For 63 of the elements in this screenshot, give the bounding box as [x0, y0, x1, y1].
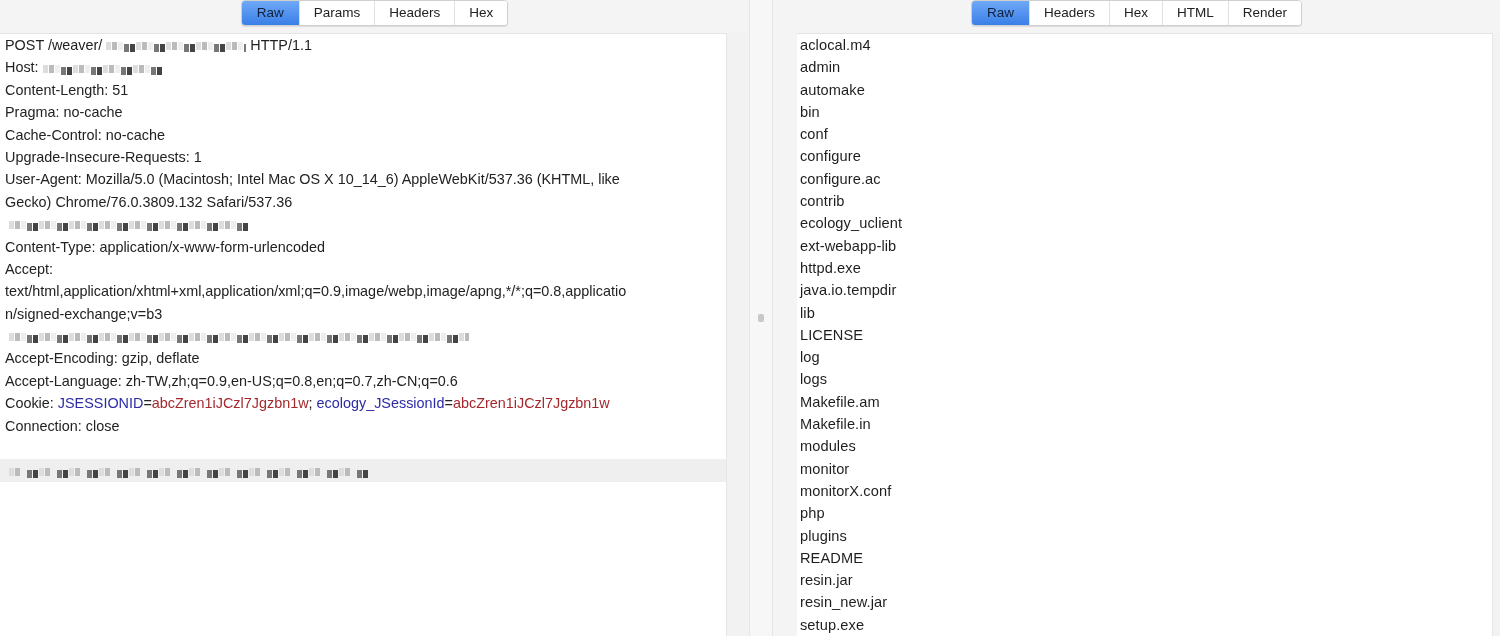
file-name: ecology_uclient [798, 214, 904, 234]
request-editor[interactable] [0, 33, 726, 636]
request-text: Accept: [5, 260, 53, 277]
request-text: User-Agent: Mozilla/5.0 (Macintosh; Intel Mac OS X 10_14_6) AppleWebKit/537.36 (KHTML, like [5, 171, 620, 188]
request-text: Host: [5, 59, 39, 76]
cookie-name: ecology_JSessionId [316, 395, 445, 412]
request-text: Cookie: [5, 395, 55, 412]
request-text: Gecko) Chrome/76.0.3809.132 Safari/537.36 [5, 193, 293, 210]
file-name: automake [798, 80, 866, 100]
request-text: ; [308, 395, 314, 412]
view-tab[interactable]: Raw [971, 1, 1030, 25]
file-name: conf [798, 125, 829, 145]
file-name: httpd.exe [798, 258, 862, 278]
request-text: Upgrade-Insecure-Requests: 1 [5, 148, 202, 165]
request-text: Accept-Language: zh-TW,zh;q=0.9,en-US;q=0.8,en;q=0.7,zh-CN;q=0.6 [5, 372, 458, 389]
request-text: HTTP/1.1 [250, 37, 312, 53]
file-name: modules [798, 437, 857, 457]
cookie-value: abcZren1iJCzl7Jgzbn1w [452, 395, 610, 412]
file-name: log [798, 348, 821, 368]
view-tab[interactable]: Render [1228, 1, 1302, 25]
request-text: = [444, 395, 453, 412]
request-text: n/signed-exchange;v=b3 [5, 305, 163, 322]
request-text: Pragma: no-cache [5, 104, 123, 121]
file-name: LICENSE [798, 325, 865, 345]
request-text: Cache-Control: no-cache [5, 126, 165, 143]
request-text: text/html,application/xhtml+xml,application/xml;q=0.9,image/webp,image/apng,*/*;q=0.8,applicatio [5, 283, 627, 300]
request-text: Connection: close [5, 417, 120, 434]
file-name: configure [798, 147, 862, 167]
file-name: bin [798, 102, 821, 122]
file-name: logs [798, 370, 829, 390]
request-text: Content-Type: application/x-www-form-urlencoded [5, 238, 325, 255]
file-name: configure.ac [798, 169, 882, 189]
request-text: Content-Length: 51 [5, 81, 129, 98]
file-name: java.io.tempdir [798, 281, 898, 301]
request-text: Accept-Encoding: gzip, deflate [5, 350, 200, 367]
view-tab[interactable]: Hex [1110, 1, 1163, 25]
file-name: contrib [798, 192, 846, 212]
file-name: php [798, 504, 826, 524]
request-text: = [143, 395, 152, 412]
file-name: Makefile.am [798, 392, 881, 412]
view-tab[interactable]: Raw [241, 1, 300, 25]
file-name: resin_new.jar [798, 593, 889, 613]
file-name: README [798, 548, 864, 568]
view-tab[interactable]: Headers [375, 1, 456, 25]
cookie-value: abcZren1iJCzl7Jgzbn1w [151, 395, 309, 412]
request-text: POST /weaver/ [5, 37, 103, 53]
view-tab[interactable]: Hex [455, 1, 508, 25]
file-name: plugins [798, 526, 848, 546]
file-name: ext-webapp-lib [798, 236, 898, 256]
file-name: monitorX.conf [798, 481, 893, 501]
file-name: admin [798, 58, 842, 78]
file-name: Makefile.in [798, 415, 872, 435]
view-tab[interactable]: Headers [1029, 1, 1110, 25]
cookie-name: JSESSIONID [57, 395, 144, 412]
response-editor[interactable] [796, 33, 1492, 636]
split-handle-icon[interactable] [758, 314, 764, 322]
file-name: resin.jar [798, 571, 854, 591]
view-tab[interactable]: Params [299, 1, 376, 25]
file-name: aclocal.m4 [798, 36, 872, 55]
view-tab[interactable]: HTML [1163, 1, 1229, 25]
file-name: monitor [798, 459, 851, 479]
file-name: setup.exe [798, 615, 866, 635]
file-name: lib [798, 303, 816, 323]
